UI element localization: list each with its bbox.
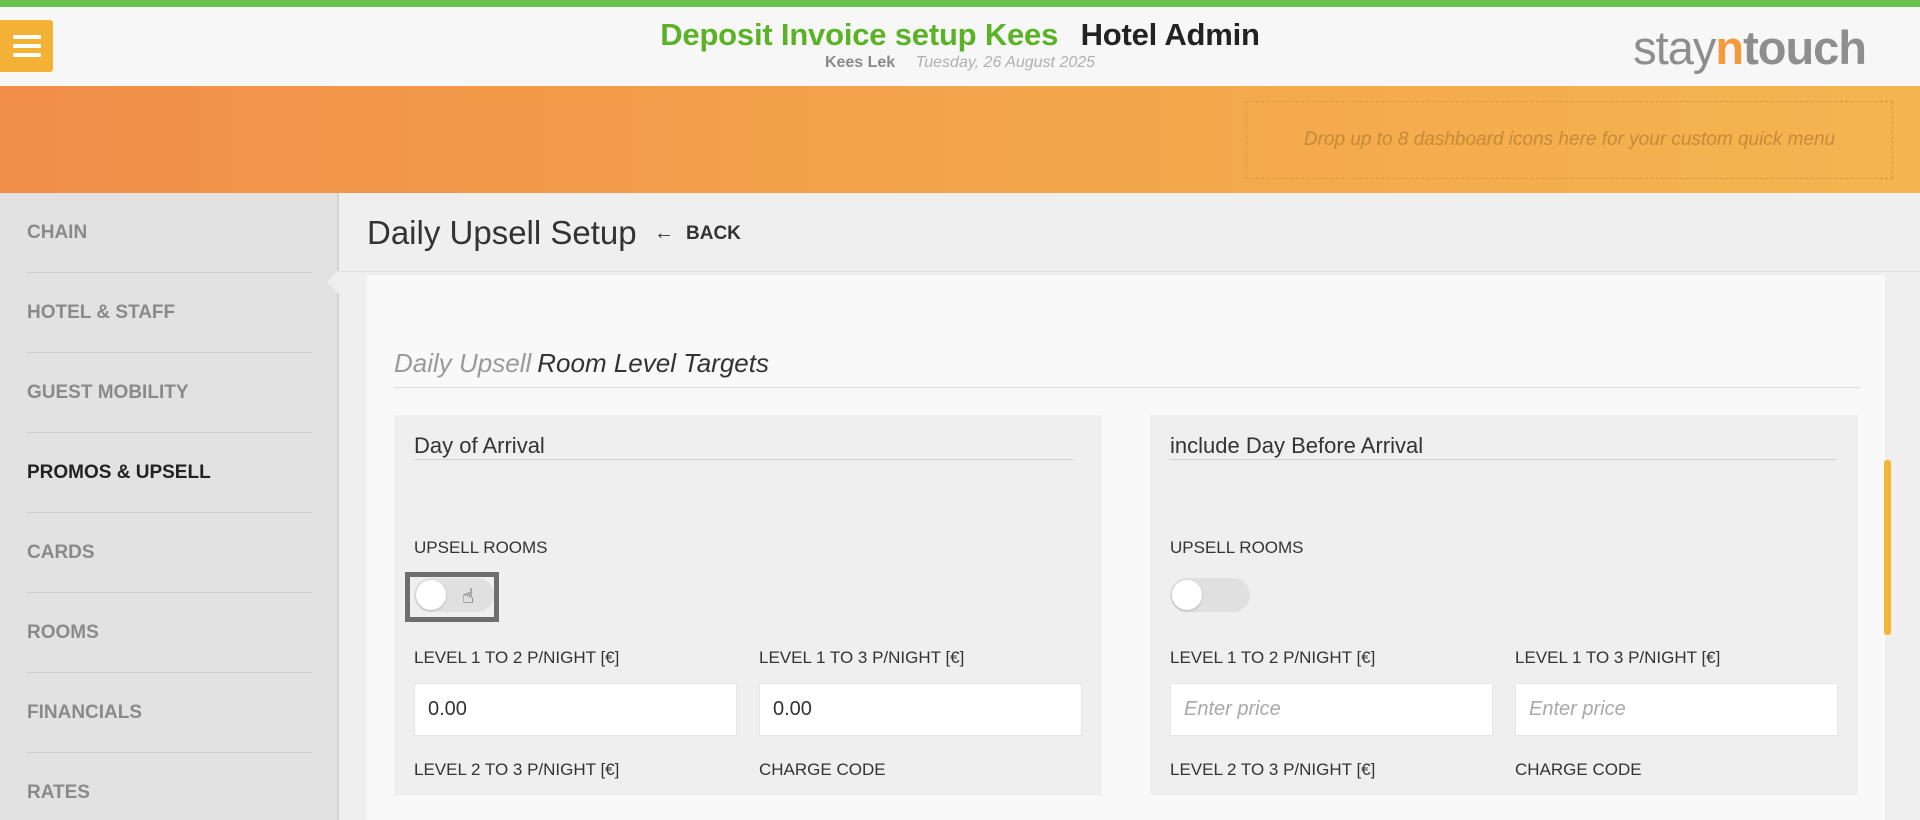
- header-title: Deposit Invoice setup Kees Hotel Admin: [600, 17, 1320, 53]
- sidebar-item-label: HOTEL & STAFF: [27, 301, 176, 323]
- back-label: BACK: [686, 222, 741, 244]
- toggle-knob: [1172, 580, 1202, 610]
- logo-part-n: n: [1715, 21, 1744, 74]
- hotel-name: Deposit Invoice setup Kees: [660, 17, 1059, 52]
- level-1-2-price-input[interactable]: [1170, 683, 1493, 736]
- panel-title: Day of Arrival: [414, 433, 545, 458]
- upsell-rooms-label: UPSELL ROOMS: [414, 538, 548, 557]
- toggle-knob: [416, 580, 446, 610]
- divider: [394, 387, 1860, 388]
- sidebar-item-chain[interactable]: CHAIN: [27, 193, 312, 273]
- sidebar-item-promos-upsell[interactable]: PROMOS & UPSELL: [27, 433, 312, 513]
- sidebar-item-label: CHAIN: [27, 221, 88, 243]
- sidebar-item-label: FINANCIALS: [27, 701, 143, 723]
- sidebar-item-label: ROOMS: [27, 621, 99, 643]
- level-1-3-label: LEVEL 1 TO 3 P/NIGHT [€]: [759, 648, 965, 667]
- active-nav-pointer: [327, 269, 340, 295]
- sidebar-item-financials[interactable]: FINANCIALS: [27, 673, 312, 753]
- sidebar-item-label: GUEST MOBILITY: [27, 381, 189, 403]
- panel-day-of-arrival: Day of Arrival UPSELL ROOMS ☝ LEVEL 1 TO…: [394, 415, 1102, 795]
- logo-part-touch: touch: [1743, 21, 1867, 74]
- section-title: Daily Upsell Room Level Targets: [394, 348, 769, 379]
- dashboard-banner: Drop up to 8 dashboard icons here for yo…: [0, 86, 1920, 193]
- level-1-3-label: LEVEL 1 TO 3 P/NIGHT [€]: [1515, 648, 1721, 667]
- sidebar: CHAIN HOTEL & STAFF GUEST MOBILITY PROMO…: [0, 193, 339, 820]
- upsell-rooms-label: UPSELL ROOMS: [1170, 538, 1304, 557]
- hand-pointer-cursor-icon: ☝: [462, 586, 475, 608]
- level-1-2-label: LEVEL 1 TO 2 P/NIGHT [€]: [414, 648, 620, 667]
- level-2-3-label: LEVEL 2 TO 3 P/NIGHT [€]: [1170, 760, 1376, 779]
- user-name: Kees Lek: [824, 54, 896, 71]
- sidebar-item-hotel-staff[interactable]: HOTEL & STAFF: [27, 273, 312, 353]
- sidebar-item-rates[interactable]: RATES: [27, 753, 312, 820]
- sidebar-item-cards[interactable]: CARDS: [27, 513, 312, 593]
- current-date: Tuesday, 26 August 2025: [915, 54, 1096, 71]
- back-button[interactable]: ← BACK: [654, 222, 741, 245]
- upsell-rooms-toggle[interactable]: [1170, 578, 1250, 612]
- hamburger-icon: [13, 35, 41, 39]
- level-1-2-label: LEVEL 1 TO 2 P/NIGHT [€]: [1170, 648, 1376, 667]
- panel-day-before-arrival: include Day Before Arrival UPSELL ROOMS …: [1150, 415, 1858, 795]
- main-menu-button[interactable]: [0, 20, 53, 72]
- app-title: Hotel Admin: [1080, 17, 1260, 52]
- header-subtitle: Kees Lek Tuesday, 26 August 2025: [600, 54, 1320, 72]
- charge-code-label: CHARGE CODE: [1515, 760, 1642, 779]
- header-center: Deposit Invoice setup Kees Hotel Admin K…: [600, 17, 1320, 72]
- stayntouch-logo: stayntouch: [1633, 20, 1867, 75]
- page-title: Daily Upsell Setup: [367, 214, 637, 251]
- content-scrollbar[interactable]: [1884, 460, 1891, 635]
- divider: [1170, 459, 1836, 460]
- top-accent-strip: [0, 0, 1920, 7]
- panel-title: include Day Before Arrival: [1170, 433, 1424, 458]
- sidebar-item-rooms[interactable]: ROOMS: [27, 593, 312, 673]
- section-title-light: Daily Upsell: [394, 348, 532, 378]
- upsell-rooms-toggle[interactable]: [414, 578, 494, 612]
- sidebar-item-label: PROMOS & UPSELL: [27, 461, 211, 483]
- hamburger-icon-bar: [13, 44, 41, 48]
- dropzone-text: Drop up to 8 dashboard icons here for yo…: [1303, 129, 1836, 150]
- divider: [339, 271, 1920, 272]
- app-header: Deposit Invoice setup Kees Hotel Admin K…: [0, 7, 1920, 86]
- sidebar-item-guest-mobility[interactable]: GUEST MOBILITY: [27, 353, 312, 433]
- level-2-3-label: LEVEL 2 TO 3 P/NIGHT [€]: [414, 760, 620, 779]
- charge-code-label: CHARGE CODE: [759, 760, 886, 779]
- quick-menu-dropzone[interactable]: Drop up to 8 dashboard icons here for yo…: [1246, 101, 1893, 179]
- arrow-left-icon: ←: [654, 222, 674, 244]
- sidebar-item-label: CARDS: [27, 541, 95, 563]
- logo-part-stay: stay: [1633, 21, 1716, 74]
- sidebar-item-label: RATES: [27, 781, 90, 803]
- hamburger-icon-bar: [13, 53, 41, 57]
- level-1-3-price-input[interactable]: [759, 683, 1082, 736]
- level-1-2-price-input[interactable]: [414, 683, 737, 736]
- divider: [414, 459, 1074, 460]
- section-title-dark: Room Level Targets: [537, 348, 769, 378]
- level-1-3-price-input[interactable]: [1515, 683, 1838, 736]
